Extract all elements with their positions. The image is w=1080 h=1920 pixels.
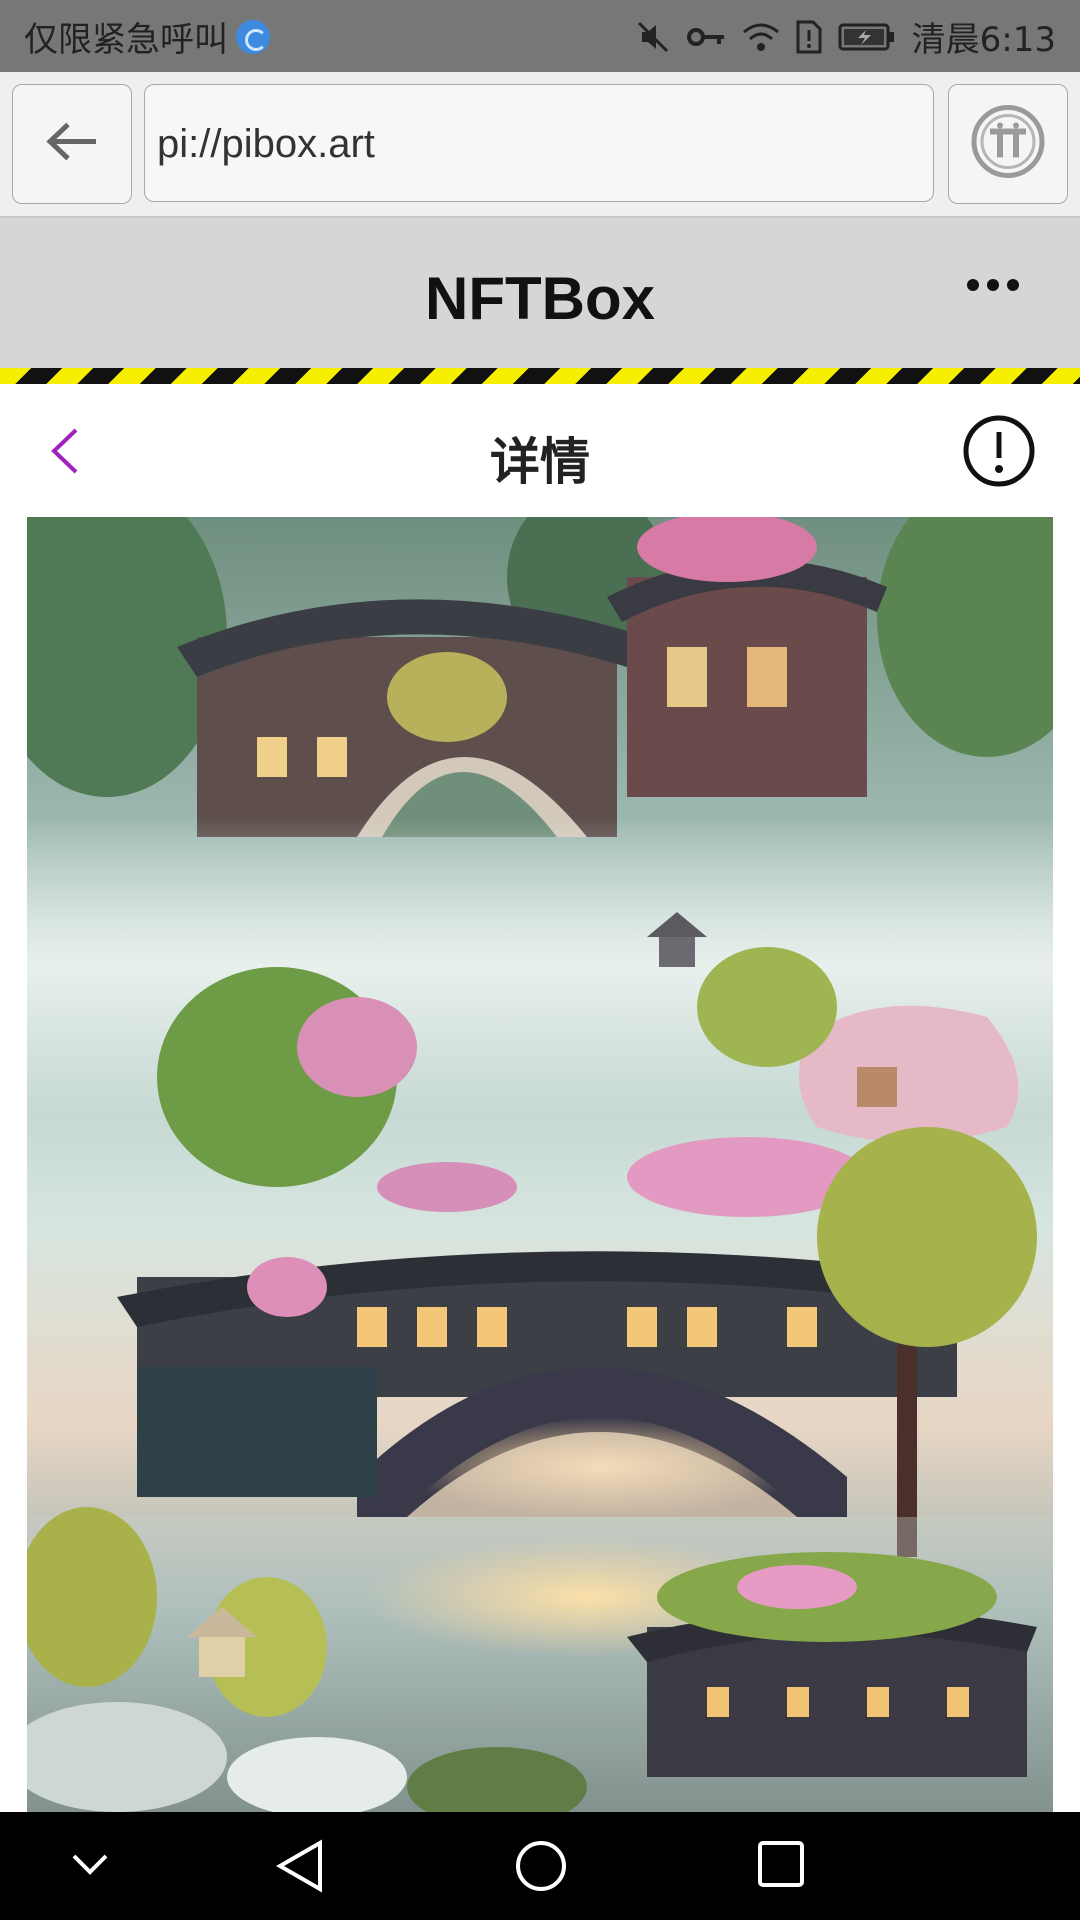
clock-text: 清晨6:13 — [911, 20, 1056, 60]
nft-artwork-image — [27, 517, 1053, 1812]
app-header: NFTBox — [0, 218, 1080, 368]
back-triangle-icon[interactable] — [275, 1839, 324, 1898]
arrow-left-icon — [44, 122, 100, 167]
pi-logo-icon — [970, 104, 1046, 185]
page-navigation: 详情 — [0, 384, 1080, 518]
exclamation-circle-icon[interactable] — [962, 414, 1036, 493]
browser-toolbar: pi://pibox.art — [0, 72, 1080, 218]
url-field[interactable]: pi://pibox.art — [144, 84, 934, 202]
wifi-icon — [742, 20, 780, 54]
vpn-key-icon — [686, 20, 726, 54]
collapse-nav-icon[interactable] — [70, 1852, 110, 1881]
status-carrier: 仅限紧急呼叫 — [24, 12, 270, 61]
carrier-text: 仅限紧急呼叫 — [24, 20, 228, 60]
app-notification-icon — [236, 19, 270, 54]
app-title: NFTBox — [425, 265, 655, 332]
status-indicators: 清晨6:13 — [620, 12, 1056, 61]
home-circle-icon[interactable] — [514, 1839, 568, 1898]
battery-charging-icon — [838, 22, 896, 52]
status-bar: 仅限紧急呼叫 清晨6:13 — [0, 0, 1080, 72]
browser-back-button[interactable] — [12, 84, 132, 204]
mute-icon — [636, 20, 670, 54]
system-navigation-bar — [0, 1812, 1080, 1920]
pi-browser-button[interactable] — [948, 84, 1068, 204]
hazard-stripe-divider — [0, 368, 1080, 384]
recents-square-icon[interactable] — [756, 1839, 806, 1894]
more-dots-icon[interactable] — [966, 278, 1020, 297]
page-title: 详情 — [490, 433, 590, 491]
sim-alert-icon — [796, 20, 822, 54]
